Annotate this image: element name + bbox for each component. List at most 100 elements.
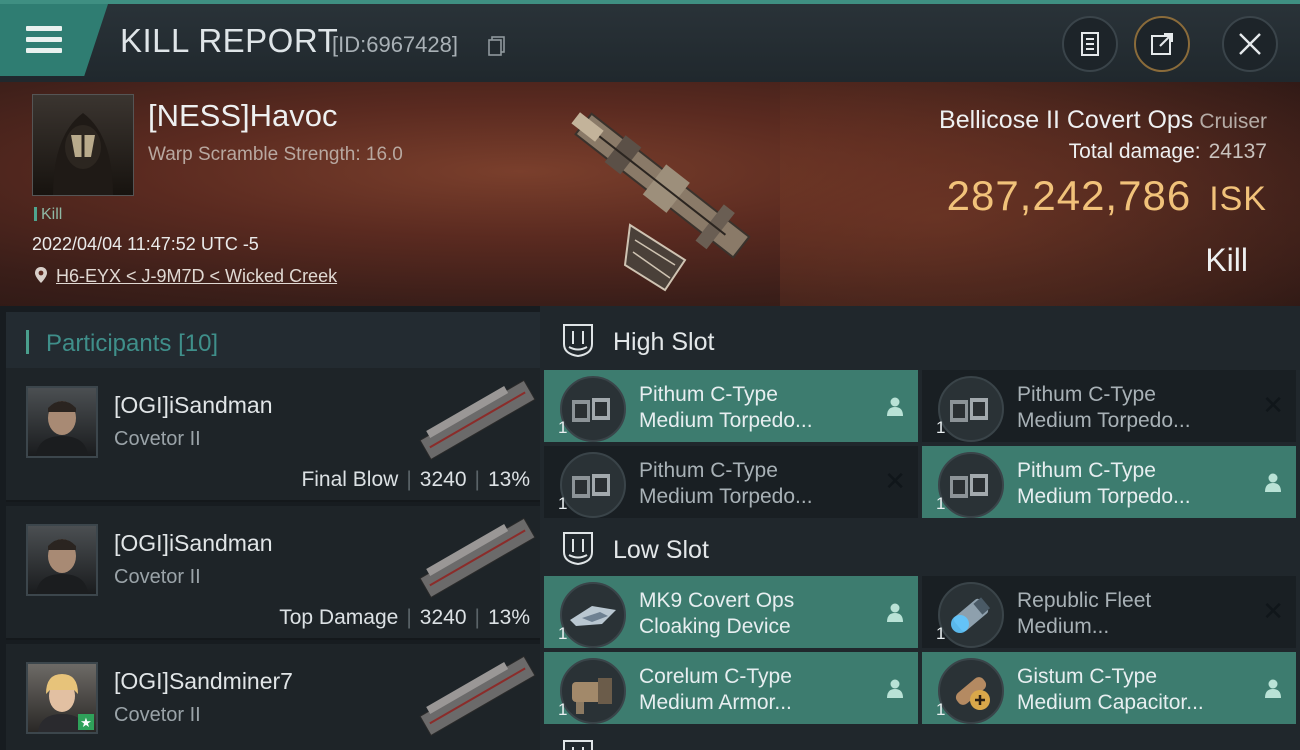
module-slot[interactable]: 1 Pithum C-Type Medium Torpedo... bbox=[922, 446, 1296, 518]
participant-ship-image bbox=[419, 517, 536, 599]
person-icon bbox=[1265, 473, 1281, 492]
participant-stats: Final Blow | 3240 | 13% bbox=[301, 468, 530, 491]
participant-name: [OGI]Sandminer7 bbox=[114, 668, 293, 694]
armor-repairer-icon bbox=[560, 658, 626, 724]
participant-ship: Covetor II bbox=[114, 428, 201, 450]
victim-name[interactable]: [NESS]Havoc bbox=[148, 98, 338, 134]
participant-name: [OGI]iSandman bbox=[114, 530, 273, 556]
low-slot-label: Low Slot bbox=[613, 536, 709, 564]
victim-ship-image bbox=[571, 112, 751, 292]
participant-row[interactable]: ★ [OGI]Sandminer7 Covetor II bbox=[6, 644, 540, 750]
module-quantity: 1 bbox=[936, 700, 946, 719]
capacitor-module-icon bbox=[938, 658, 1004, 724]
fitting-panel: High Slot 1 Pithum C-Type Medium Torpedo.… bbox=[540, 306, 1300, 750]
victim-ship: Bellicose II Covert Ops Cruiser bbox=[939, 106, 1267, 135]
participant-avatar[interactable] bbox=[26, 524, 98, 596]
module-slot[interactable]: 1 Pithum C-Type Medium Torpedo... ✕ bbox=[544, 446, 918, 518]
total-damage-label: Total damage: bbox=[1068, 140, 1201, 163]
person-icon bbox=[887, 679, 903, 698]
header-bar: KILL REPORT [ID:6967428] bbox=[0, 0, 1300, 82]
module-name: Pithum C-Type Medium Torpedo... bbox=[639, 459, 813, 508]
module-slot[interactable]: 1 Pithum C-Type Medium Torpedo... bbox=[544, 370, 918, 442]
module-quantity: 1 bbox=[558, 494, 568, 513]
low-slot-icon bbox=[563, 532, 593, 566]
module-name: Gistum C-Type Medium Capacitor... bbox=[1017, 665, 1204, 714]
participant-role: Final Blow bbox=[301, 468, 399, 491]
module-name: Pithum C-Type Medium Torpedo... bbox=[639, 383, 813, 432]
menu-button[interactable] bbox=[0, 4, 108, 76]
victim-detail: Warp Scramble Strength: 16.0 bbox=[148, 144, 403, 165]
cloaking-device-icon bbox=[560, 582, 626, 648]
participant-percent: 13% bbox=[487, 468, 530, 491]
low-slot-header: Low Slot bbox=[540, 518, 1300, 578]
isk-amount: 287,242,786 bbox=[946, 172, 1192, 219]
svg-text:★: ★ bbox=[80, 716, 92, 731]
isk-unit: ISK bbox=[1209, 180, 1267, 218]
participant-ship-image bbox=[419, 379, 536, 461]
participant-avatar[interactable]: ★ bbox=[26, 662, 98, 734]
torpedo-launcher-icon bbox=[938, 452, 1004, 518]
module-quantity: 1 bbox=[936, 624, 946, 643]
x-icon: ✕ bbox=[884, 466, 906, 496]
report-id: [ID:6967428] bbox=[332, 32, 458, 57]
module-slot[interactable]: 1 MK9 Covert Ops Cloaking Device bbox=[544, 576, 918, 648]
close-icon bbox=[1239, 33, 1261, 55]
torpedo-launcher-icon bbox=[938, 376, 1004, 442]
module-name: Republic Fleet Medium... bbox=[1017, 589, 1152, 638]
clipboard-icon bbox=[1081, 32, 1099, 56]
module-slot[interactable]: 1 Gistum C-Type Medium Capacitor... bbox=[922, 652, 1296, 724]
module-quantity: 1 bbox=[936, 418, 946, 437]
participant-ship-image bbox=[419, 655, 536, 737]
participants-header[interactable]: Participants [10] bbox=[6, 312, 540, 370]
torpedo-launcher-icon bbox=[560, 376, 626, 442]
module-quantity: 1 bbox=[936, 494, 946, 513]
module-name: Pithum C-Type Medium Torpedo... bbox=[1017, 383, 1191, 432]
x-icon: ✕ bbox=[1262, 596, 1284, 626]
total-damage: Total damage: 24137 bbox=[1069, 140, 1267, 164]
participant-row[interactable]: [OGI]iSandman Covetor II Final Blow | 3240… bbox=[6, 368, 540, 502]
high-slot-label: High Slot bbox=[613, 328, 715, 356]
module-slot[interactable]: 1 Corelum C-Type Medium Armor... bbox=[544, 652, 918, 724]
person-icon bbox=[887, 397, 903, 416]
location-link[interactable]: H6-EYX < J-9M7D < Wicked Creek bbox=[56, 266, 337, 286]
module-slot[interactable]: 1 Pithum C-Type Medium Torpedo... ✕ bbox=[922, 370, 1296, 442]
module-name: Corelum C-Type Medium Armor... bbox=[639, 665, 792, 714]
kill-location[interactable]: H6-EYX < J-9M7D < Wicked Creek bbox=[34, 266, 337, 287]
share-button[interactable] bbox=[1134, 16, 1190, 72]
module-name: MK9 Covert Ops Cloaking Device bbox=[639, 589, 795, 638]
participants-panel: Participants [10] [OGI]iSandman Covetor … bbox=[0, 306, 540, 750]
kill-tag: Kill bbox=[34, 206, 62, 224]
kill-result: Kill bbox=[1205, 242, 1248, 278]
participant-ship: Covetor II bbox=[114, 704, 201, 726]
high-slot-icon bbox=[563, 324, 593, 358]
module-quantity: 1 bbox=[558, 700, 568, 719]
clipboard-button[interactable] bbox=[1062, 16, 1118, 72]
module-quantity: 1 bbox=[558, 624, 568, 643]
close-button[interactable] bbox=[1222, 16, 1278, 72]
module-quantity: 1 bbox=[558, 418, 568, 437]
location-pin-icon bbox=[35, 267, 47, 283]
page-title: KILL REPORT bbox=[120, 22, 339, 59]
total-damage-value: 24137 bbox=[1208, 140, 1267, 163]
isk-value: 287,242,786 ISK bbox=[947, 172, 1267, 220]
menu-icon bbox=[26, 26, 62, 54]
participant-avatar[interactable] bbox=[26, 386, 98, 458]
participant-percent: 13% bbox=[487, 606, 530, 629]
module-name: Pithum C-Type Medium Torpedo... bbox=[1017, 459, 1191, 508]
torpedo-launcher-icon bbox=[560, 452, 626, 518]
high-slot-header: High Slot bbox=[540, 310, 1300, 370]
person-icon bbox=[887, 603, 903, 622]
participants-label: Participants [10] bbox=[46, 330, 219, 357]
victim-avatar[interactable] bbox=[32, 94, 134, 196]
header-accent-line bbox=[0, 0, 1300, 4]
person-icon bbox=[1265, 679, 1281, 698]
mid-slot-icon bbox=[560, 738, 596, 750]
participant-stats: Top Damage | 3240 | 13% bbox=[279, 606, 530, 629]
copy-icon[interactable] bbox=[488, 36, 506, 56]
participant-role: Top Damage bbox=[279, 606, 399, 629]
participants-count: [10] bbox=[178, 330, 219, 357]
module-slot[interactable]: 1 Republic Fleet Medium... ✕ bbox=[922, 576, 1296, 648]
participant-row[interactable]: [OGI]iSandman Covetor II Top Damage | 3240… bbox=[6, 506, 540, 640]
victim-ship-class: Cruiser bbox=[1199, 110, 1267, 133]
kill-datetime: 2022/04/04 11:47:52 UTC -5 bbox=[32, 234, 259, 254]
